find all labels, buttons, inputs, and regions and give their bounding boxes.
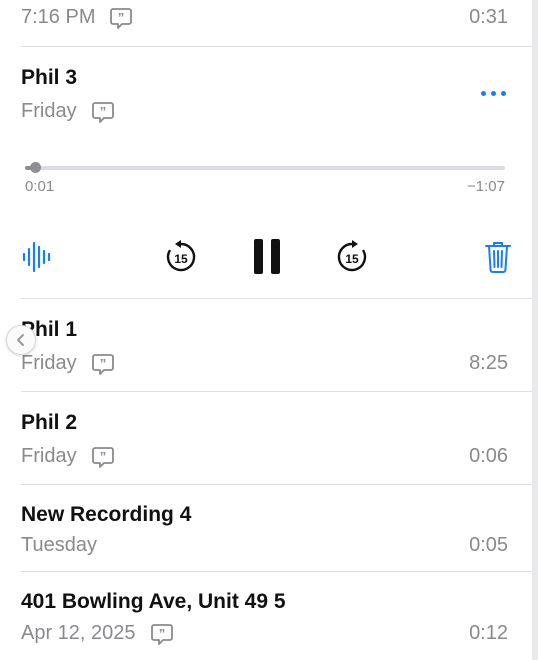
recording-duration: 0:06	[469, 445, 508, 467]
divider	[21, 391, 532, 392]
skip-forward-label: 15	[345, 252, 359, 266]
waveform-icon[interactable]	[22, 240, 52, 274]
svg-text:”: ”	[158, 626, 165, 641]
skip-back-15-button[interactable]: 15	[164, 240, 198, 274]
transcript-icon: ”	[91, 353, 114, 375]
recording-date-row: Apr 12, 2025 ”	[21, 622, 174, 645]
recording-duration: 8:25	[469, 352, 508, 374]
recording-row-0[interactable]: 7:16 PM ”	[21, 6, 133, 29]
svg-text:”: ”	[99, 449, 106, 464]
recording-date-row: Friday ”	[21, 100, 115, 123]
recording-title[interactable]: New Recording 4	[21, 503, 191, 527]
divider	[21, 571, 532, 572]
elapsed-time: 0:01	[25, 178, 55, 195]
svg-text:”: ”	[99, 356, 106, 371]
ellipsis-dot	[501, 91, 506, 96]
transcript-icon: ”	[110, 7, 133, 29]
recording-title[interactable]: Phil 3	[21, 66, 77, 90]
recording-date-row: Friday ”	[21, 352, 115, 375]
skip-forward-15-button[interactable]: 15	[335, 240, 369, 274]
more-options-button[interactable]	[481, 91, 506, 96]
skip-back-label: 15	[174, 252, 188, 266]
recording-date: Tuesday	[21, 534, 97, 556]
recording-date-row: Tuesday	[21, 534, 97, 557]
recording-date: Friday	[21, 100, 77, 122]
ellipsis-dot	[481, 91, 486, 96]
recording-date: Apr 12, 2025	[21, 622, 136, 644]
svg-text:”: ”	[118, 10, 125, 25]
recording-duration: 0:12	[469, 622, 508, 644]
recording-date: Friday	[21, 352, 77, 374]
recording-date-row: Friday ”	[21, 445, 115, 468]
recording-date: Friday	[21, 445, 77, 467]
divider	[21, 484, 532, 485]
chevron-left-icon	[17, 334, 24, 346]
recording-title[interactable]: 401 Bowling Ave, Unit 49 5	[21, 590, 286, 614]
transcript-icon: ”	[91, 446, 114, 468]
scroll-edge	[532, 0, 538, 660]
recording-title[interactable]: Phil 2	[21, 411, 77, 435]
ellipsis-dot	[491, 91, 496, 96]
trash-icon[interactable]	[484, 240, 512, 274]
recording-duration: 0:31	[469, 6, 508, 28]
remaining-time: −1:07	[467, 178, 505, 195]
recording-duration: 0:05	[469, 534, 508, 556]
transcript-icon[interactable]: ”	[91, 101, 115, 123]
svg-text:”: ”	[99, 104, 106, 119]
divider	[21, 298, 532, 299]
recording-date: 7:16 PM	[21, 6, 96, 28]
scrubber-knob[interactable]	[29, 162, 41, 173]
playback-scrubber[interactable]	[25, 162, 505, 173]
back-button[interactable]	[6, 325, 36, 355]
divider	[21, 46, 532, 47]
pause-button[interactable]	[252, 238, 282, 275]
transcript-icon: ”	[150, 623, 173, 645]
recordings-list: 7:16 PM ” 0:31 Phil 3 Friday ” 0:01 −1:0…	[0, 0, 532, 660]
